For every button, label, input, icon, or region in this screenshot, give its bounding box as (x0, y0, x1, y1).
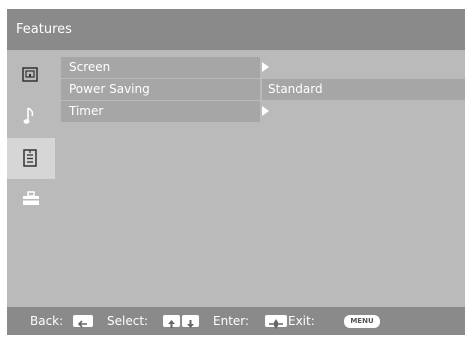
picture-icon (22, 67, 38, 82)
menu-row-screen[interactable]: Screen (57, 57, 465, 78)
menu-row-timer[interactable]: Timer (57, 101, 465, 122)
sidebar-item-picture[interactable] (7, 56, 55, 97)
menu-row-label: Timer (61, 101, 260, 122)
menu-row-power-saving[interactable]: Power Saving Standard (57, 79, 465, 100)
back-key-icon (73, 315, 93, 328)
menu-row-label: Power Saving (61, 79, 260, 100)
sidebar-item-features[interactable] (7, 138, 55, 179)
features-list-icon (23, 149, 37, 167)
enter-key-icon (265, 315, 287, 329)
menu-title: Features (16, 22, 72, 37)
down-key-icon (182, 315, 199, 328)
enter-hint-label: Enter: (213, 314, 250, 328)
back-hint-label: Back: (30, 314, 64, 328)
menu-key-icon: MENU (344, 315, 380, 328)
exit-hint-label: Exit: (288, 314, 315, 328)
menu-row-value[interactable]: Standard (262, 79, 465, 100)
submenu-arrow-icon (262, 106, 269, 116)
sidebar-item-setup[interactable] (7, 179, 55, 220)
music-note-icon (23, 107, 34, 124)
features-menu-panel: Features Screen Power Saving Standard Ti… (7, 9, 465, 335)
up-key-icon (163, 315, 180, 328)
select-hint-label: Select: (107, 314, 149, 328)
sidebar-item-sound[interactable] (7, 97, 55, 138)
submenu-arrow-icon (262, 62, 269, 72)
menu-row-label: Screen (61, 57, 260, 78)
key-guide-bar: Back: Select: Enter: Exit: MENU (7, 307, 465, 335)
toolbox-icon (23, 191, 39, 205)
title-bar: Features (7, 9, 465, 50)
